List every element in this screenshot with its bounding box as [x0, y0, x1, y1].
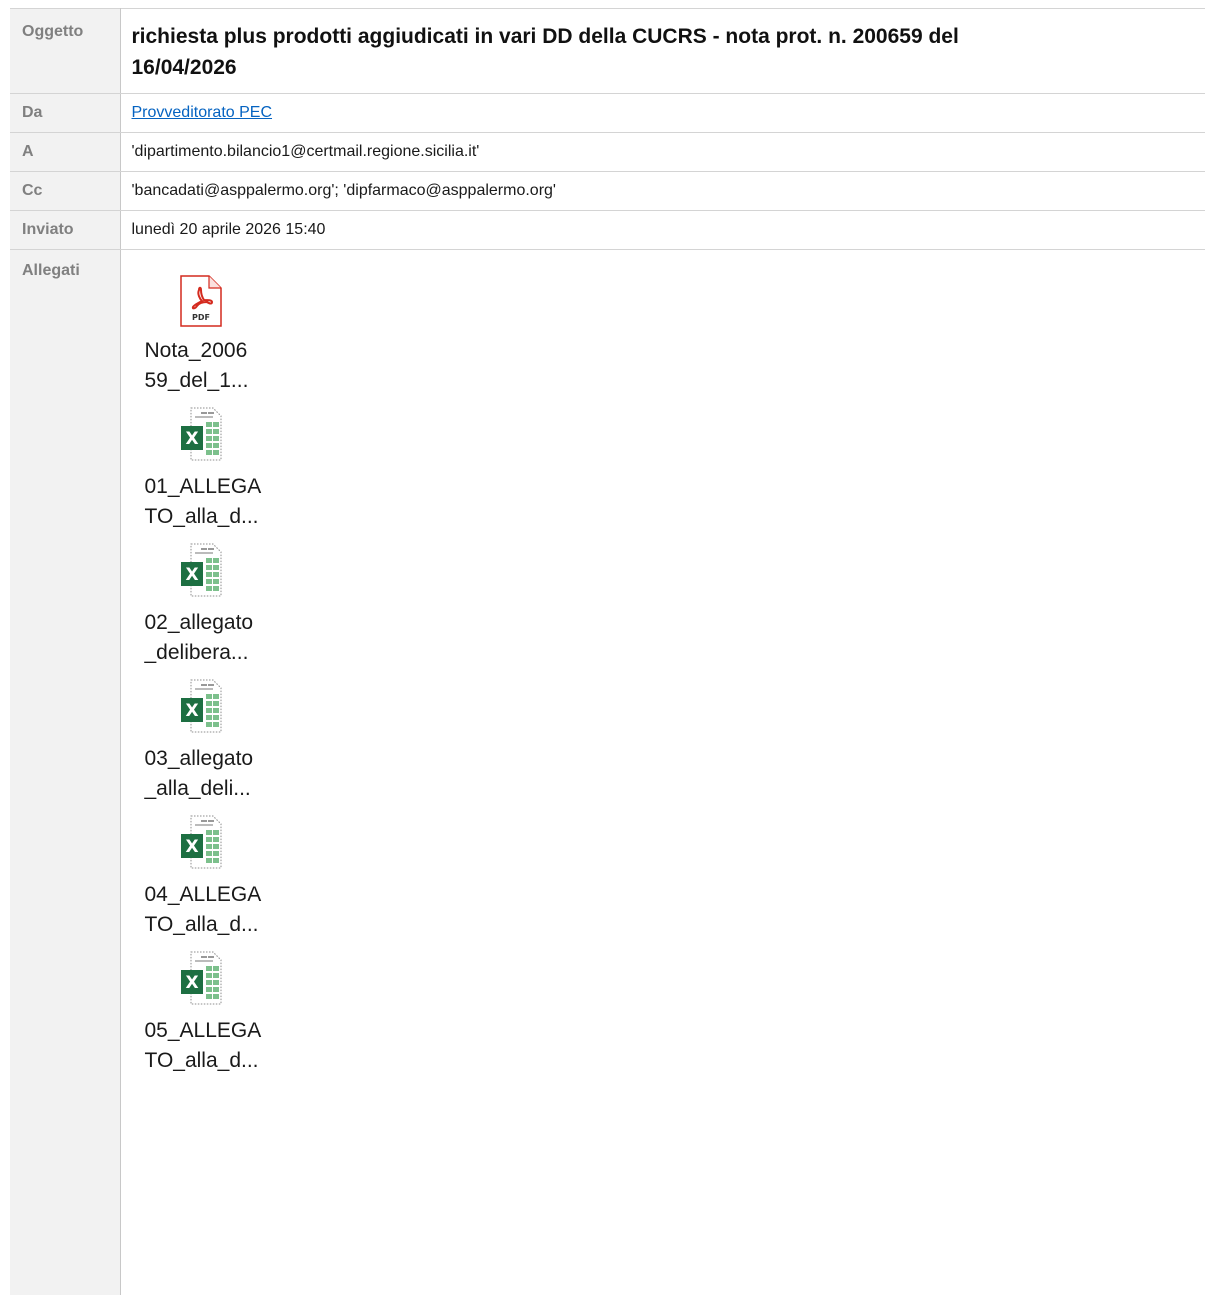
attachment-list: PDF Nota_2006 59_del_1... X 01_ALLEGA TO_a…: [132, 268, 1205, 1076]
subject-line-1: richiesta plus prodotti aggiudicati in v…: [131, 25, 959, 48]
svg-text:X: X: [185, 701, 198, 721]
message-header: Oggetto richiesta plus prodotti aggiudic…: [10, 8, 1205, 1295]
attachment-name-line-1: 05_ALLEGA: [144, 1019, 262, 1042]
attachment-name-line-2: 59_del_1...: [144, 369, 249, 392]
attachment-name-line-1: 04_ALLEGA: [144, 883, 262, 906]
excel-icon[interactable]: X: [177, 676, 225, 736]
attachment-name-line-2: _delibera...: [144, 641, 249, 664]
attachment-name-line-2: TO_alla_d...: [144, 913, 259, 936]
attachment-name-line-1: 03_allegato: [144, 747, 254, 770]
attachment-name[interactable]: 03_allegato _alla_deli...: [145, 744, 275, 804]
subject-label: Oggetto: [10, 8, 121, 94]
sent-value: lunedì 20 aprile 2026 15:40: [120, 210, 1205, 250]
from-label: Da: [10, 93, 121, 133]
attachment-name[interactable]: 05_ALLEGA TO_alla_d...: [145, 1016, 275, 1076]
sender-link[interactable]: Provveditorato PEC: [132, 104, 273, 121]
svg-text:PDF: PDF: [192, 313, 210, 322]
from-row: Da Provveditorato PEC: [10, 93, 1205, 133]
attachment-item[interactable]: X 02_allegato _delibera...: [145, 540, 275, 668]
sent-label: Inviato: [10, 210, 121, 250]
attachment-name[interactable]: 02_allegato _delibera...: [145, 608, 275, 668]
attachment-item[interactable]: X 01_ALLEGA TO_alla_d...: [145, 404, 275, 532]
to-value: 'dipartimento.bilancio1@certmail.regione…: [120, 132, 1205, 172]
attachment-name-line-1: 01_ALLEGA: [144, 475, 262, 498]
attachment-name-line-2: _alla_deli...: [144, 777, 251, 800]
attachments-value: PDF Nota_2006 59_del_1... X 01_ALLEGA TO_a…: [120, 250, 1205, 1295]
excel-icon[interactable]: X: [177, 948, 225, 1008]
subject-value: richiesta plus prodotti aggiudicati in v…: [120, 8, 1205, 94]
excel-icon[interactable]: X: [177, 404, 225, 464]
subject-line-2: 16/04/2026: [131, 56, 237, 79]
pdf-icon[interactable]: PDF: [177, 268, 225, 328]
svg-text:X: X: [185, 837, 198, 857]
svg-text:X: X: [185, 973, 198, 993]
svg-text:X: X: [185, 565, 198, 585]
to-label: A: [10, 132, 121, 172]
subject-row: Oggetto richiesta plus prodotti aggiudic…: [10, 8, 1205, 94]
cc-label: Cc: [10, 171, 121, 211]
attachment-name[interactable]: 01_ALLEGA TO_alla_d...: [145, 472, 275, 532]
attachment-item[interactable]: X 03_allegato _alla_deli...: [145, 676, 275, 804]
attachments-label: Allegati: [10, 249, 121, 1295]
attachment-name[interactable]: Nota_2006 59_del_1...: [145, 336, 275, 396]
attachment-name-line-2: TO_alla_d...: [144, 1049, 259, 1072]
attachment-name-line-1: 02_allegato: [144, 611, 254, 634]
svg-text:X: X: [185, 429, 198, 449]
to-row: A 'dipartimento.bilancio1@certmail.regio…: [10, 132, 1205, 172]
excel-icon[interactable]: X: [177, 540, 225, 600]
attachment-name[interactable]: 04_ALLEGA TO_alla_d...: [145, 880, 275, 940]
attachment-name-line-1: Nota_2006: [144, 339, 248, 362]
attachment-item[interactable]: X 05_ALLEGA TO_alla_d...: [145, 948, 275, 1076]
cc-row: Cc 'bancadati@asppalermo.org'; 'dipfarma…: [10, 171, 1205, 211]
from-value: Provveditorato PEC: [120, 93, 1205, 133]
attachment-name-line-2: TO_alla_d...: [144, 505, 259, 528]
excel-icon[interactable]: X: [177, 812, 225, 872]
cc-value: 'bancadati@asppalermo.org'; 'dipfarmaco@…: [120, 171, 1205, 211]
attachments-row: Allegati PDF Nota_2006 59_del_1... X 01_A…: [10, 249, 1205, 1295]
sent-row: Inviato lunedì 20 aprile 2026 15:40: [10, 210, 1205, 250]
attachment-item[interactable]: PDF Nota_2006 59_del_1...: [145, 268, 275, 396]
attachment-item[interactable]: X 04_ALLEGA TO_alla_d...: [145, 812, 275, 940]
